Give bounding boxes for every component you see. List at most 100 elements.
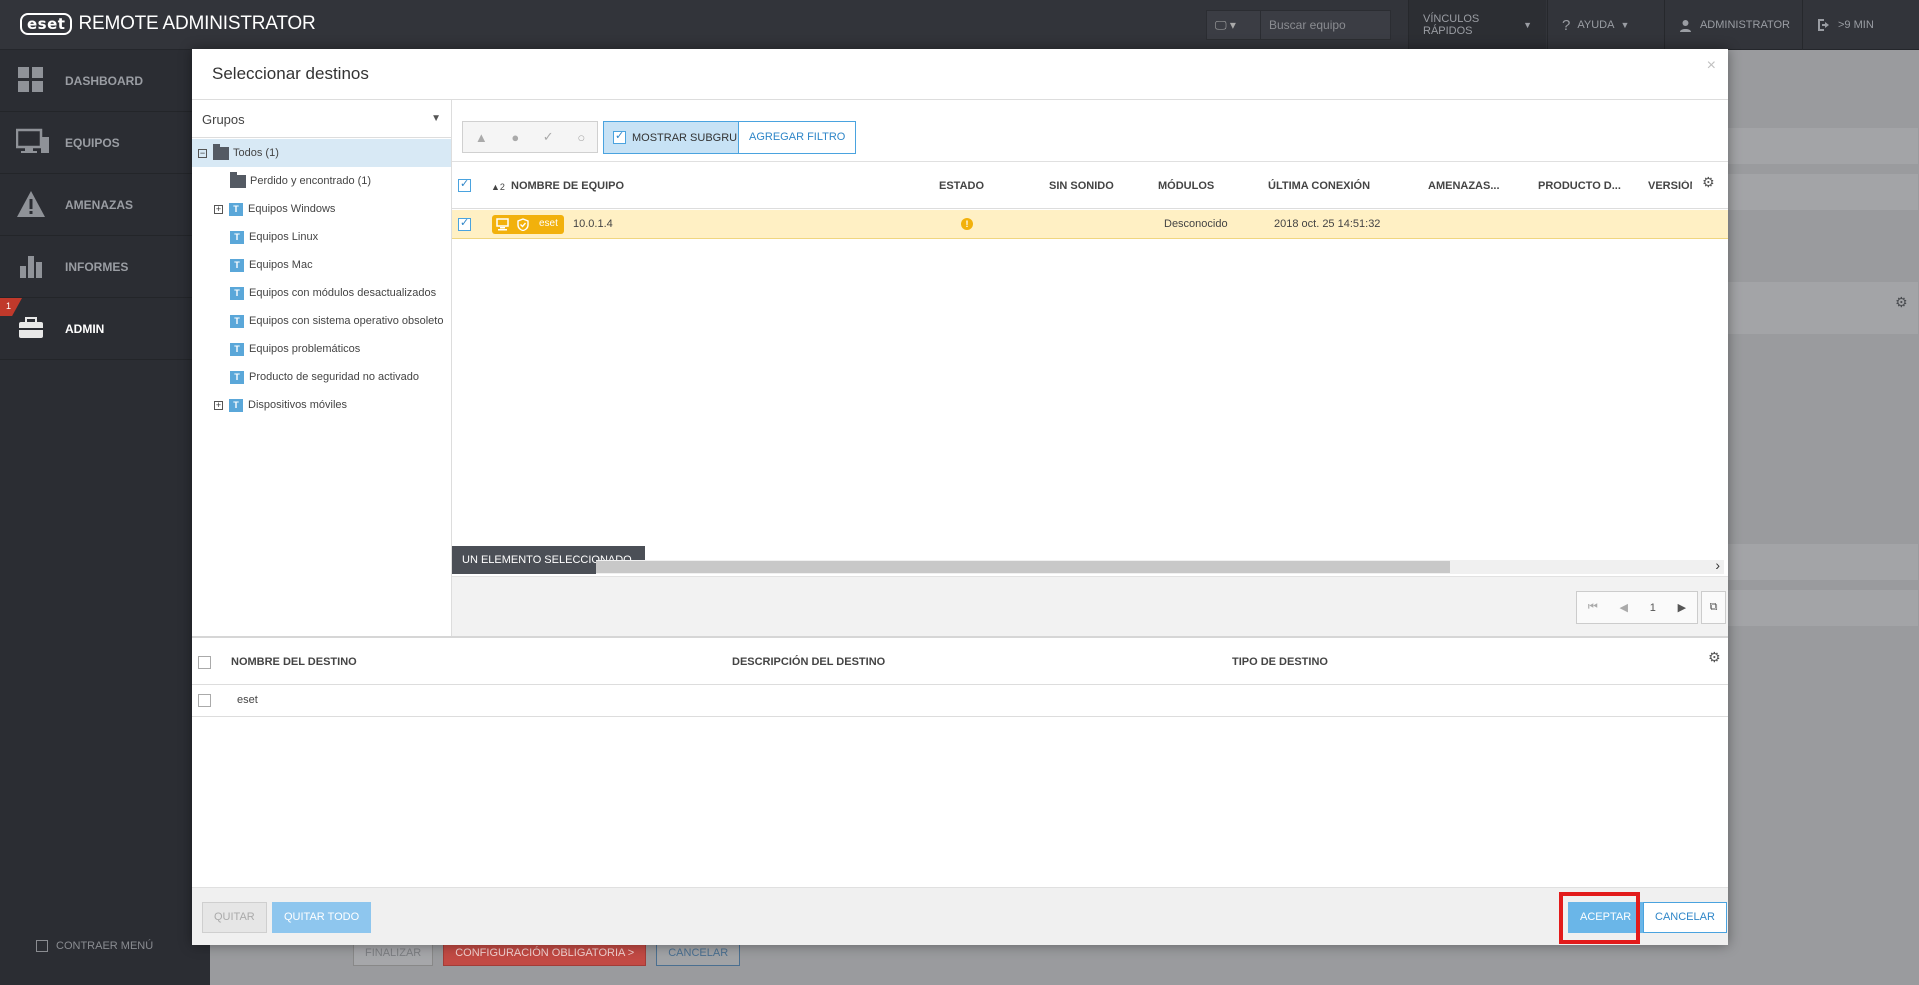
sidebar-item-dashboard[interactable]: DASHBOARD <box>0 50 210 112</box>
row-checkbox[interactable] <box>198 694 211 707</box>
first-page-icon[interactable]: ⏮ <box>1588 601 1598 614</box>
search-input[interactable]: Buscar equipo <box>1260 11 1390 39</box>
column-status[interactable]: ESTADO <box>939 180 984 192</box>
top-bar: eset REMOTE ADMINISTRATOR 🖵 ▾ Buscar equ… <box>0 0 1919 50</box>
accept-highlight <box>1559 892 1640 944</box>
tree-item-mac[interactable]: T Equipos Mac <box>192 251 451 279</box>
add-filter-button[interactable]: AGREGAR FILTRO <box>738 121 857 154</box>
scrollbar-thumb[interactable] <box>596 561 1450 573</box>
shield-icon <box>517 218 529 231</box>
tree-item-label: Equipos Windows <box>248 203 336 215</box>
tree-item-outdated-modules[interactable]: T Equipos con módulos desactualizados <box>192 279 451 307</box>
sort-indicator: ▲2 <box>491 182 505 192</box>
user-menu[interactable]: ADMINISTRATOR <box>1664 0 1804 50</box>
tree-item-label: Dispositivos móviles <box>248 399 348 411</box>
horizontal-scrollbar[interactable]: › <box>596 557 1724 574</box>
table-row[interactable]: eset 10.0.1.4 ! Desconocido 2018 oct. 25… <box>452 210 1728 239</box>
expand-toggle-icon[interactable]: + <box>214 400 223 410</box>
tree-item-obsolete-os[interactable]: T Equipos con sistema operativo obsoleto <box>192 307 451 335</box>
quick-links-menu[interactable]: VÍNCULOS RÁPIDOS ▼ <box>1408 0 1546 50</box>
groups-dropdown[interactable]: Grupos ▼ <box>192 100 451 138</box>
computer-icon <box>496 218 509 231</box>
product-name: REMOTE ADMINISTRATOR <box>78 13 316 34</box>
column-version[interactable]: VERSIÓN <box>1648 180 1692 192</box>
dynamic-group-icon: T <box>230 314 244 328</box>
computers-toolbar: ▲ ● ✓ ○ MOSTRAR SUBGRUPOS AGREGAR FILTRO <box>452 99 1728 161</box>
groups-label: Grupos <box>202 112 245 127</box>
computers-table-header: ▲2 NOMBRE DE EQUIPO ESTADO SIN SONIDO MÓ… <box>452 161 1728 209</box>
column-target-name[interactable]: NOMBRE DEL DESTINO <box>231 656 357 668</box>
dialog-title: Seleccionar destinos <box>212 64 369 83</box>
circle-icon[interactable]: ○ <box>577 130 585 145</box>
close-icon[interactable]: × <box>1707 57 1716 75</box>
pager: ⏮ ◀ 1 ▶ <box>1576 591 1698 624</box>
tree-item-problematic[interactable]: T Equipos problemáticos <box>192 335 451 363</box>
select-all-checkbox[interactable] <box>458 177 471 192</box>
sidebar-item-admin[interactable]: ADMIN <box>0 298 210 360</box>
copy-icon[interactable]: ⧉ <box>1701 591 1726 624</box>
gear-icon[interactable]: ⚙ <box>1708 649 1721 666</box>
tree-item-label: Perdido y encontrado (1) <box>250 175 372 187</box>
next-page-icon[interactable]: ▶ <box>1678 601 1686 614</box>
help-menu[interactable]: ? AYUDA ▼ <box>1547 0 1647 50</box>
info-icon[interactable]: ● <box>511 130 519 145</box>
column-product[interactable]: PRODUCTO D... <box>1538 180 1621 192</box>
column-modules[interactable]: MÓDULOS <box>1158 180 1214 192</box>
dialog-footer: QUITAR QUITAR TODO ACEPTAR CANCELAR <box>192 887 1728 945</box>
column-target-type[interactable]: TIPO DE DESTINO <box>1232 656 1328 668</box>
collapse-toggle-icon[interactable]: − <box>198 148 207 158</box>
column-computer-name[interactable]: NOMBRE DE EQUIPO <box>511 180 624 192</box>
tree-item-label: Todos (1) <box>233 147 279 159</box>
dynamic-group-icon: T <box>230 258 244 272</box>
brand[interactable]: eset REMOTE ADMINISTRATOR <box>20 13 316 35</box>
table-row[interactable]: eset <box>192 685 1728 717</box>
cancel-button[interactable]: CANCELAR <box>1643 902 1727 933</box>
tree-item-linux[interactable]: T Equipos Linux <box>192 223 451 251</box>
tree-item-lost-found[interactable]: Perdido y encontrado (1) <box>192 167 451 195</box>
page-number[interactable]: 1 <box>1650 602 1656 614</box>
last-connection-cell: 2018 oct. 25 14:51:32 <box>1274 218 1381 230</box>
dynamic-group-icon: T <box>230 286 244 300</box>
gear-icon[interactable]: ⚙ <box>1702 174 1715 191</box>
bar-chart-icon <box>16 252 50 282</box>
help-icon: ? <box>1562 16 1571 34</box>
column-target-description[interactable]: DESCRIPCIÓN DEL DESTINO <box>732 656 885 668</box>
column-last-connection[interactable]: ÚLTIMA CONEXIÓN <box>1268 180 1370 192</box>
background-panel <box>1728 544 1918 580</box>
check-icon[interactable]: ✓ <box>543 129 554 145</box>
prev-page-icon[interactable]: ◀ <box>1620 601 1628 614</box>
sidebar-item-reports[interactable]: INFORMES <box>0 236 210 298</box>
eset-logo: eset <box>20 13 73 35</box>
column-threats[interactable]: AMENAZAS... <box>1428 180 1500 192</box>
help-label: AYUDA <box>1577 19 1615 31</box>
expand-toggle-icon[interactable]: + <box>214 204 223 214</box>
row-checkbox[interactable] <box>458 216 471 231</box>
modules-cell: Desconocido <box>1164 218 1228 230</box>
tree-item-all[interactable]: − Todos (1) <box>192 139 451 167</box>
tree-item-label: Equipos con módulos desactualizados <box>249 287 437 299</box>
logout-button[interactable]: >9 MIN <box>1802 0 1919 50</box>
tree-item-label: Equipos Mac <box>249 259 313 271</box>
sidebar-item-computers[interactable]: EQUIPOS <box>0 112 210 174</box>
tree-item-not-activated[interactable]: T Producto de seguridad no activado <box>192 363 451 391</box>
tree-item-mobile[interactable]: + T Dispositivos móviles <box>192 391 451 419</box>
folder-icon <box>213 143 229 160</box>
select-all-targets-checkbox[interactable] <box>198 656 211 669</box>
sidebar-item-label: DASHBOARD <box>65 73 143 88</box>
monitor-scope-icon[interactable]: 🖵 ▾ <box>1215 18 1236 33</box>
dynamic-group-icon: T <box>229 202 243 216</box>
warning-icon[interactable]: ▲ <box>475 130 488 145</box>
collapse-menu-button[interactable]: CONTRAER MENÚ <box>36 940 153 952</box>
tree-item-windows[interactable]: + T Equipos Windows <box>192 195 451 223</box>
background-panel <box>1728 128 1918 164</box>
computer-search[interactable]: 🖵 ▾ Buscar equipo <box>1206 10 1391 40</box>
sidebar-item-threats[interactable]: AMENAZAS <box>0 174 210 236</box>
dynamic-group-icon: T <box>230 230 244 244</box>
computer-name[interactable]: 10.0.1.4 <box>573 218 613 230</box>
chevron-right-icon[interactable]: › <box>1715 557 1720 573</box>
user-icon <box>1679 19 1691 32</box>
tree-item-label: Equipos problemáticos <box>249 343 361 355</box>
remove-all-button[interactable]: QUITAR TODO <box>272 902 372 933</box>
remove-button[interactable]: QUITAR <box>202 902 267 933</box>
column-muted[interactable]: SIN SONIDO <box>1049 180 1114 192</box>
